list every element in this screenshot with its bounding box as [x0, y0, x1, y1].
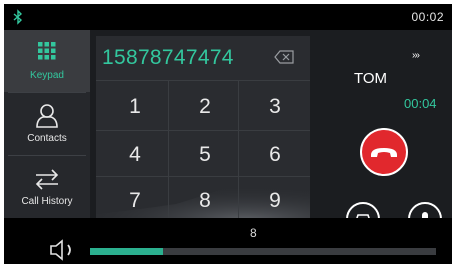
- active-call-panel: ››› TOM 00:04: [312, 30, 452, 236]
- volume-fill: [90, 248, 163, 255]
- keypad-key-3[interactable]: 3: [240, 84, 310, 130]
- sidebar-item-label: Keypad: [30, 70, 64, 81]
- volume-slider[interactable]: [90, 248, 436, 255]
- swap-arrows-icon: [35, 169, 59, 190]
- volume-bar: 8: [4, 218, 452, 264]
- speaker-icon[interactable]: [50, 239, 80, 261]
- backspace-icon[interactable]: [274, 50, 294, 64]
- call-duration: 00:04: [404, 96, 437, 111]
- keypad-key-1[interactable]: 1: [100, 84, 170, 130]
- dial-keypad: 15878747474 1 2 3 4 5 6 7 8 9: [96, 36, 310, 220]
- dialed-number: 15878747474: [102, 46, 234, 69]
- divider: [96, 80, 310, 81]
- call-indicator: ›››: [412, 50, 420, 61]
- keypad-key-5[interactable]: 5: [170, 132, 240, 178]
- number-display-row: 15878747474: [96, 36, 310, 80]
- phone-screen: 00:02 Keypad Contacts Call History 15878…: [4, 4, 452, 264]
- sidebar-item-label: Contacts: [27, 133, 67, 144]
- status-time: 00:02: [411, 10, 444, 24]
- caller-name: TOM: [354, 70, 388, 87]
- sidebar: Keypad Contacts Call History: [4, 30, 90, 218]
- phone-hangup-icon: [371, 148, 397, 157]
- sidebar-item-call-history[interactable]: Call History: [4, 156, 90, 218]
- keypad-icon: [38, 42, 56, 60]
- keypad-key-4[interactable]: 4: [100, 132, 170, 178]
- sidebar-item-keypad[interactable]: Keypad: [4, 30, 90, 92]
- sidebar-item-label: Call History: [21, 196, 73, 207]
- volume-level: 8: [250, 226, 257, 240]
- status-bar: 00:02: [4, 4, 452, 30]
- sidebar-item-contacts[interactable]: Contacts: [4, 93, 90, 155]
- keypad-key-6[interactable]: 6: [240, 132, 310, 178]
- keypad-key-2[interactable]: 2: [170, 84, 240, 130]
- bluetooth-icon: [13, 9, 23, 25]
- contact-person-icon: [36, 104, 58, 128]
- hang-up-button[interactable]: [360, 128, 408, 176]
- divider: [96, 130, 310, 131]
